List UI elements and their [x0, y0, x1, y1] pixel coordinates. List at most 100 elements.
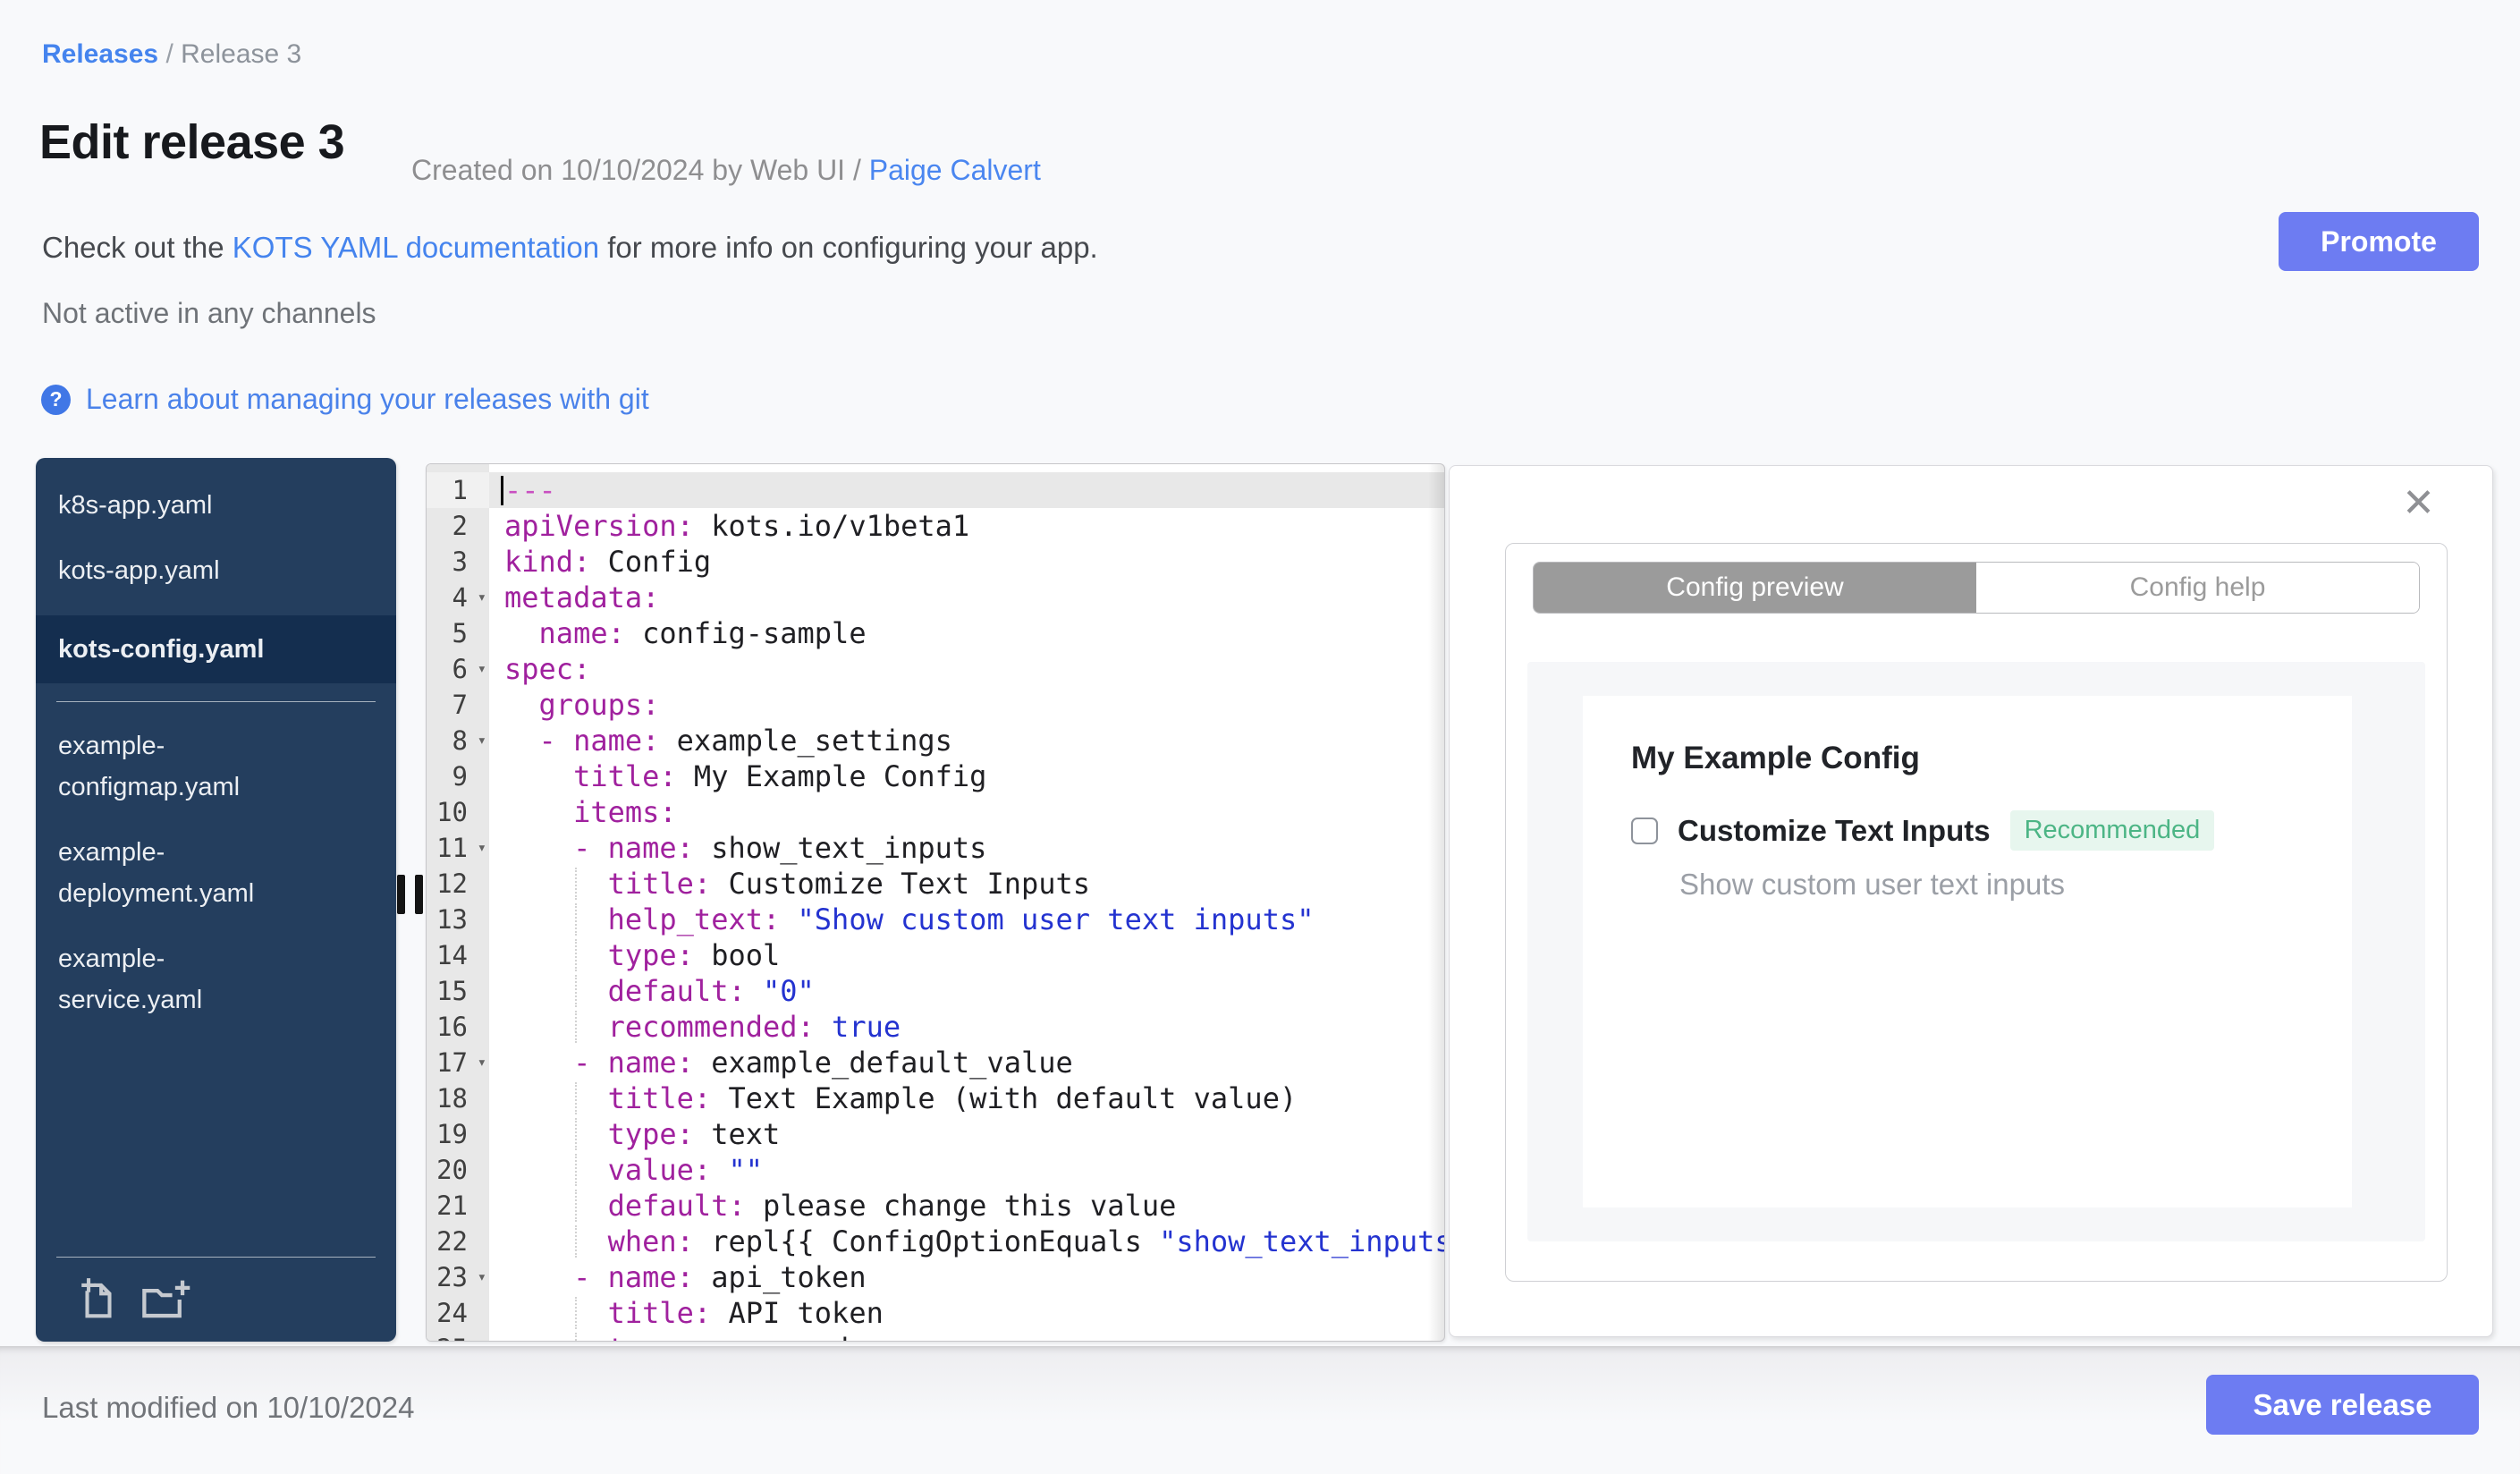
close-icon[interactable]: ✕	[2402, 484, 2435, 523]
gutter-line-5: 5	[452, 618, 468, 648]
breadcrumb-separator: /	[158, 39, 182, 69]
gutter-line-24: 24	[436, 1298, 468, 1328]
config-card: My Example Config Customize Text Inputs …	[1583, 696, 2352, 1207]
tab-config-help[interactable]: Config help	[1976, 563, 2419, 613]
docs-text-before: Check out the	[42, 231, 233, 264]
edit-release-page: Releases / Release 3 Edit release 3 Crea…	[0, 0, 2520, 1474]
gutter-line-1: 1	[427, 472, 489, 508]
new-file-icon[interactable]	[79, 1275, 118, 1320]
code-line-5[interactable]: name: config-sample	[489, 615, 1444, 651]
code-line-3[interactable]: kind: Config	[489, 544, 1444, 580]
code-line-24[interactable]: title: API token	[489, 1295, 1444, 1331]
code-line-8[interactable]: - name: example_settings	[489, 723, 1444, 758]
gutter-line-9: 9	[452, 761, 468, 792]
gutter-line-17[interactable]: 17	[427, 1045, 489, 1080]
code-line-13[interactable]: help_text: "Show custom user text inputs…	[489, 902, 1444, 937]
preview-inner-card: Config preview Config help My Example Con…	[1505, 543, 2448, 1282]
code-line-23[interactable]: - name: api_token	[489, 1259, 1444, 1295]
git-help-row[interactable]: ? Learn about managing your releases wit…	[41, 383, 649, 416]
breadcrumb-releases-link[interactable]: Releases	[42, 39, 158, 69]
promote-button[interactable]: Promote	[2279, 212, 2479, 271]
gutter-line-20: 20	[436, 1155, 468, 1185]
config-preview-panel: ✕ Config preview Config help My Example C…	[1449, 465, 2493, 1337]
git-help-link[interactable]: Learn about managing your releases with …	[86, 383, 649, 416]
sidebar-bottom	[36, 1257, 396, 1342]
preview-tabs: Config preview Config help	[1533, 562, 2420, 614]
code-line-16[interactable]: recommended: true	[489, 1009, 1444, 1045]
code-line-19[interactable]: type: text	[489, 1116, 1444, 1152]
gutter-line-10: 10	[436, 797, 468, 827]
code-line-18[interactable]: title: Text Example (with default value)	[489, 1080, 1444, 1116]
gutter-line-25: 25	[427, 1331, 489, 1341]
code-line-4[interactable]: metadata:	[489, 580, 1444, 615]
config-item-label[interactable]: Customize Text Inputs	[1678, 814, 1991, 848]
config-preview-area: My Example Config Customize Text Inputs …	[1527, 662, 2425, 1241]
kots-yaml-docs-link[interactable]: KOTS YAML documentation	[233, 231, 599, 264]
code-line-2[interactable]: apiVersion: kots.io/v1beta1	[489, 508, 1444, 544]
sidebar-file-list-top: k8s-app.yaml kots-app.yaml kots-config.yam…	[36, 458, 396, 683]
code-line-20[interactable]: value: ""	[489, 1152, 1444, 1188]
sidebar-action-row	[36, 1258, 396, 1342]
sidebar-file-k8s-app.yaml[interactable]: k8s-app.yaml	[36, 485, 396, 526]
code-line-15[interactable]: default: "0"	[489, 973, 1444, 1009]
code-line-22[interactable]: when: repl{{ ConfigOptionEquals "show_te…	[489, 1224, 1444, 1259]
new-folder-icon[interactable]	[140, 1279, 193, 1320]
save-release-button[interactable]: Save release	[2206, 1375, 2479, 1435]
gutter-line-8[interactable]: 8	[427, 723, 489, 758]
code-line-25[interactable]: type: password	[489, 1331, 1444, 1341]
docs-line: Check out the KOTS YAML documentation fo…	[42, 231, 1098, 265]
gutter-line-2: 2	[452, 511, 468, 541]
gutter-line-19: 19	[436, 1119, 468, 1149]
gutter-line-11[interactable]: 11	[427, 830, 489, 866]
code-line-17[interactable]: - name: example_default_value	[489, 1045, 1444, 1080]
code-line-21[interactable]: default: please change this value	[489, 1188, 1444, 1224]
gutter-line-21: 21	[436, 1190, 468, 1221]
customize-text-inputs-checkbox[interactable]	[1631, 817, 1658, 844]
sidebar-file-example-deployment.yaml[interactable]: example-deployment.yaml	[36, 832, 331, 914]
code-line-6[interactable]: spec:	[489, 651, 1444, 687]
gutter-line-15: 15	[436, 976, 468, 1006]
sidebar-file-kots-config.yaml[interactable]: kots-config.yaml	[36, 615, 396, 683]
sidebar-splitter-bar-right[interactable]	[415, 875, 423, 914]
code-line-11[interactable]: - name: show_text_inputs	[489, 830, 1444, 866]
page-title: Edit release 3	[39, 115, 345, 169]
gutter-line-16: 16	[436, 1012, 468, 1042]
file-sidebar: k8s-app.yaml kots-app.yaml kots-config.yam…	[36, 458, 396, 1342]
gutter-line-18: 18	[436, 1083, 468, 1114]
code-line-7[interactable]: groups:	[489, 687, 1444, 723]
config-group-title: My Example Config	[1631, 741, 1920, 775]
sidebar-splitter-bar-left[interactable]	[397, 875, 405, 914]
gutter-line-7: 7	[452, 690, 468, 720]
breadcrumb-current: Release 3	[181, 39, 302, 69]
gutter-line-23[interactable]: 23	[427, 1259, 489, 1295]
recommended-badge: Recommended	[2009, 810, 2215, 851]
breadcrumb: Releases / Release 3	[42, 39, 301, 70]
code-line-1[interactable]: ---	[489, 472, 1444, 508]
created-line: Created on 10/10/2024 by Web UI / Paige …	[411, 154, 1041, 187]
gutter-line-13: 13	[436, 904, 468, 935]
created-text: Created on 10/10/2024 by Web UI /	[411, 154, 869, 186]
sidebar-file-kots-app.yaml[interactable]: kots-app.yaml	[36, 550, 396, 591]
gutter-line-6[interactable]: 6	[427, 651, 489, 687]
gutter-line-4[interactable]: 4	[427, 580, 489, 615]
editor-gutter: 1234567891011121314151617181920212223242…	[427, 464, 489, 1341]
last-modified-text: Last modified on 10/10/2024	[42, 1391, 415, 1424]
sidebar-file-example-service.yaml[interactable]: example-service.yaml	[36, 938, 331, 1021]
sidebar-file-example-configmap.yaml[interactable]: example-configmap.yaml	[36, 725, 331, 808]
gutter-line-22: 22	[436, 1226, 468, 1257]
created-author-link[interactable]: Paige Calvert	[869, 154, 1041, 186]
code-line-14[interactable]: type: bool	[489, 937, 1444, 973]
yaml-code-editor[interactable]: 1234567891011121314151617181920212223242…	[426, 463, 1445, 1342]
sidebar-file-list-secondary: example-configmap.yaml example-deployment…	[36, 725, 396, 1021]
code-line-10[interactable]: items:	[489, 794, 1444, 830]
channel-status: Not active in any channels	[42, 297, 376, 329]
docs-text-after: for more info on configuring your app.	[599, 231, 1098, 264]
tab-config-preview[interactable]: Config preview	[1534, 563, 1976, 613]
config-item-help-text: Show custom user text inputs	[1679, 868, 2066, 901]
question-icon: ?	[41, 384, 71, 415]
code-line-9[interactable]: title: My Example Config	[489, 758, 1444, 794]
code-line-12[interactable]: title: Customize Text Inputs	[489, 866, 1444, 902]
editor-code-area[interactable]: --- apiVersion: kots.io/v1beta1 kind: Conf…	[489, 464, 1444, 1341]
footer-bar: Last modified on 10/10/2024 Save release	[0, 1346, 2520, 1474]
gutter-line-12: 12	[436, 868, 468, 899]
